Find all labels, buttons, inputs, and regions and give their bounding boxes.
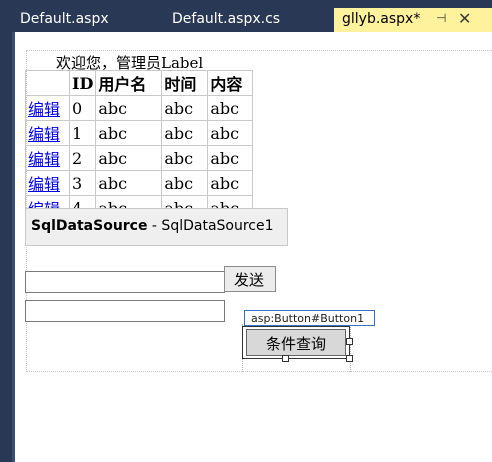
resize-handle-bottom[interactable] — [282, 355, 289, 362]
cell-username: abc — [95, 95, 163, 121]
table-row: 编辑 0 abc abc abc — [25, 95, 254, 121]
table-row: 编辑 1 abc abc abc — [25, 120, 254, 146]
cell-time: abc — [161, 120, 209, 146]
cell-username: abc — [95, 120, 163, 146]
cell-id: 2 — [68, 145, 97, 171]
header-time: 时间 — [161, 70, 209, 96]
table-row: 编辑 2 abc abc abc — [25, 145, 254, 171]
tab-default-aspx-cs[interactable]: Default.aspx.cs — [158, 8, 338, 32]
cell-username: abc — [95, 170, 163, 196]
tab-gllyb-aspx[interactable]: gllyb.aspx* ⊣ ✕ — [334, 8, 492, 32]
cell-content: abc — [207, 120, 254, 146]
query-button[interactable]: 条件查询 — [246, 329, 346, 356]
cell-id: 1 — [68, 120, 97, 146]
message-gridview[interactable]: ID 用户名 时间 内容 编辑 0 abc abc abc 编辑 1 abc a… — [25, 70, 254, 221]
design-surface: 欢迎您，管理员Label ID 用户名 时间 内容 编辑 0 abc abc a… — [12, 32, 492, 462]
message-textbox[interactable] — [25, 271, 225, 293]
edit-link[interactable]: 编辑 — [25, 170, 70, 196]
selected-control-tag: asp:Button#Button1 — [244, 310, 375, 326]
tab-label: gllyb.aspx* — [342, 11, 421, 27]
header-username: 用户名 — [95, 70, 163, 96]
query-textbox[interactable] — [25, 300, 225, 322]
header-id: ID — [68, 70, 97, 96]
cell-content: abc — [207, 170, 254, 196]
cell-id: 0 — [68, 95, 97, 121]
table-row: 编辑 3 abc abc abc — [25, 170, 254, 196]
left-panel-strip — [0, 32, 12, 462]
close-icon[interactable]: ✕ — [458, 9, 471, 28]
tab-label: Default.aspx — [20, 11, 109, 27]
send-button[interactable]: 发送 — [224, 266, 276, 292]
edit-link[interactable]: 编辑 — [25, 120, 70, 146]
tab-default-aspx[interactable]: Default.aspx — [6, 8, 156, 32]
sqldatasource-control[interactable]: SqlDataSource - SqlDataSource1 — [25, 208, 288, 246]
cell-time: abc — [161, 95, 209, 121]
resize-handle-corner[interactable] — [346, 355, 353, 362]
resize-handle-right[interactable] — [346, 338, 353, 345]
edit-link[interactable]: 编辑 — [25, 145, 70, 171]
grid-header-row: ID 用户名 时间 内容 — [25, 70, 254, 96]
cell-time: abc — [161, 170, 209, 196]
sqldatasource-id: - SqlDataSource1 — [147, 218, 274, 234]
pin-icon[interactable]: ⊣ — [436, 11, 446, 25]
edit-link[interactable]: 编辑 — [25, 95, 70, 121]
surface-left-edge — [12, 32, 15, 462]
header-content: 内容 — [207, 70, 254, 96]
cell-content: abc — [207, 95, 254, 121]
sqldatasource-type: SqlDataSource — [31, 218, 148, 234]
cell-time: abc — [161, 145, 209, 171]
document-tab-strip: Default.aspx Default.aspx.cs gllyb.aspx*… — [0, 0, 492, 32]
header-edit-column — [25, 70, 70, 96]
alignment-guide — [350, 324, 351, 372]
tab-label: Default.aspx.cs — [172, 11, 281, 27]
cell-id: 3 — [68, 170, 97, 196]
cell-username: abc — [95, 145, 163, 171]
cell-content: abc — [207, 145, 254, 171]
